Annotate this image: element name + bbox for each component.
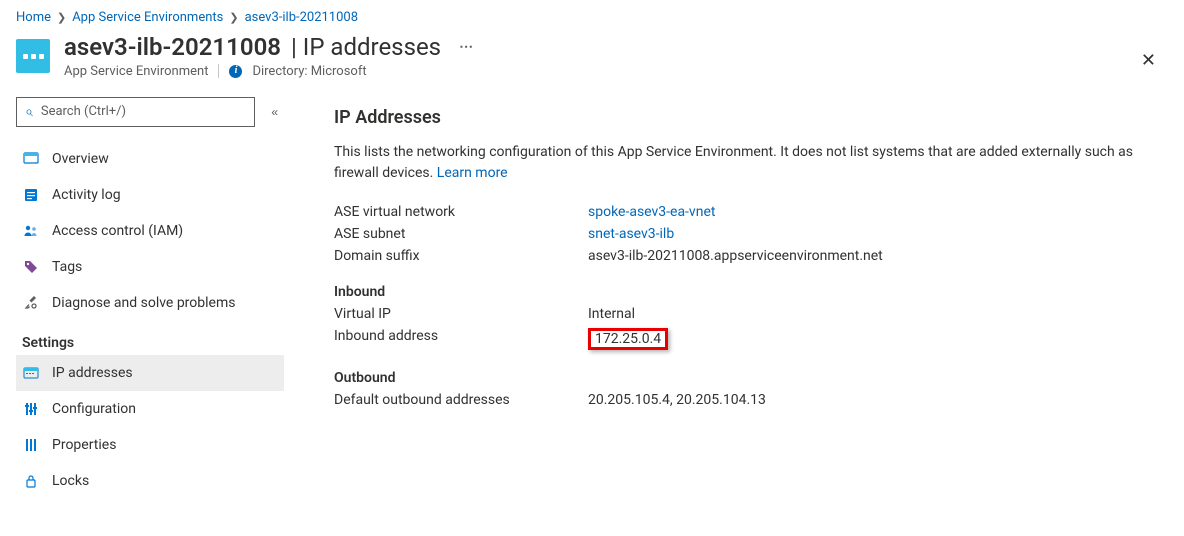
sidebar-item-label: Access control (IAM) <box>52 223 183 239</box>
breadcrumb: Home ❯ App Service Environments ❯ asev3-… <box>16 10 1168 25</box>
value-inbound-address: 172.25.0.4 <box>588 328 668 350</box>
label-inbound-address: Inbound address <box>334 328 588 350</box>
sidebar-item-access-control[interactable]: Access control (IAM) <box>16 213 284 249</box>
chevron-right-icon: ❯ <box>57 11 66 24</box>
sidebar-item-diagnose[interactable]: Diagnose and solve problems <box>16 285 284 321</box>
locks-icon <box>22 472 40 490</box>
breadcrumb-home[interactable]: Home <box>16 10 51 25</box>
page-title-resource: asev3-ilb-20211008 <box>64 33 281 62</box>
section-outbound: Outbound <box>334 370 1148 386</box>
sidebar-item-label: Locks <box>52 473 89 489</box>
content-description: This lists the networking configuration … <box>334 142 1148 184</box>
breadcrumb-current[interactable]: asev3-ilb-20211008 <box>245 10 358 25</box>
tags-icon <box>22 258 40 276</box>
sidebar-item-tags[interactable]: Tags <box>16 249 284 285</box>
label-virtual-ip: Virtual IP <box>334 306 588 322</box>
value-virtual-ip: Internal <box>588 306 635 322</box>
content-heading: IP Addresses <box>334 107 1148 128</box>
properties-icon <box>22 436 40 454</box>
value-default-outbound: 20.205.105.4, 20.205.104.13 <box>588 392 766 408</box>
label-domain-suffix: Domain suffix <box>334 248 588 264</box>
ip-addresses-icon <box>22 364 40 382</box>
sidebar-item-label: Diagnose and solve problems <box>52 295 235 311</box>
page-title-sub: IP addresses <box>303 33 441 61</box>
label-ase-subnet: ASE subnet <box>334 226 588 242</box>
sidebar-item-ip-addresses[interactable]: IP addresses <box>16 355 284 391</box>
sidebar-item-label: Configuration <box>52 401 136 417</box>
sidebar-section-settings: Settings <box>22 335 284 351</box>
collapse-sidebar-button[interactable]: « <box>265 104 284 120</box>
info-icon: i <box>229 65 242 78</box>
learn-more-link[interactable]: Learn more <box>437 165 508 181</box>
sidebar-item-label: Activity log <box>52 187 121 203</box>
sidebar-item-locks[interactable]: Locks <box>16 463 284 499</box>
section-inbound: Inbound <box>334 284 1148 300</box>
diagnose-icon <box>22 294 40 312</box>
more-actions-button[interactable]: ⋯ <box>459 39 473 56</box>
main-content: IP Addresses This lists the networking c… <box>284 97 1168 499</box>
directory-label: Directory: Microsoft <box>252 64 366 79</box>
resource-icon <box>16 39 50 73</box>
access-control-icon <box>22 222 40 240</box>
sidebar-item-properties[interactable]: Properties <box>16 427 284 463</box>
value-ase-vnet[interactable]: spoke-asev3-ea-vnet <box>588 204 715 220</box>
close-button[interactable]: ✕ <box>1135 50 1162 70</box>
label-ase-vnet: ASE virtual network <box>334 204 588 220</box>
sidebar-search[interactable]: ⌕ <box>16 97 255 127</box>
sidebar-item-label: Tags <box>52 259 82 275</box>
overview-icon <box>22 150 40 168</box>
label-default-outbound: Default outbound addresses <box>334 392 588 408</box>
sidebar-item-configuration[interactable]: Configuration <box>16 391 284 427</box>
resource-type-label: App Service Environment <box>64 64 208 79</box>
sidebar-item-overview[interactable]: Overview <box>16 141 284 177</box>
value-ase-subnet[interactable]: snet-asev3-ilb <box>588 226 674 242</box>
activity-log-icon <box>22 186 40 204</box>
sidebar-item-label: Overview <box>52 151 109 167</box>
search-input[interactable] <box>39 103 246 120</box>
sidebar-item-activity-log[interactable]: Activity log <box>16 177 284 213</box>
search-icon: ⌕ <box>25 104 33 120</box>
sidebar-item-label: IP addresses <box>52 365 133 381</box>
value-domain-suffix: asev3-ilb-20211008.appserviceenvironment… <box>588 248 883 264</box>
chevron-right-icon: ❯ <box>229 11 238 24</box>
configuration-icon <box>22 400 40 418</box>
breadcrumb-parent[interactable]: App Service Environments <box>72 10 223 25</box>
sidebar-item-label: Properties <box>52 437 116 453</box>
sidebar: ⌕ « Overview Activity log <box>16 97 284 499</box>
